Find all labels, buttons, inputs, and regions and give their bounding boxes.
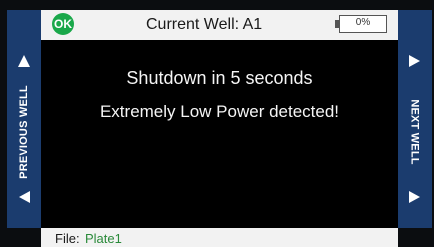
device-screen: PREVIOUS WELL NEXT WELL OK Current Well:… [0, 0, 434, 247]
battery-icon: 0% [339, 15, 387, 33]
file-footer: File: Plate1 [41, 228, 398, 247]
low-power-message: Extremely Low Power detected! [99, 102, 340, 121]
previous-well-panel[interactable]: PREVIOUS WELL [7, 10, 41, 228]
previous-up-arrow-icon[interactable] [7, 54, 41, 68]
next-right-arrow-top-icon[interactable] [398, 54, 432, 68]
status-ok-badge: OK [52, 13, 74, 35]
previous-left-arrow-icon[interactable] [7, 190, 41, 204]
next-well-label-wrap: NEXT WELL [398, 82, 432, 182]
file-label: File: [55, 231, 80, 246]
next-well-panel[interactable]: NEXT WELL [398, 10, 432, 228]
status-bar: OK Current Well: A1 0% [41, 10, 398, 40]
current-well-title: Current Well: A1 [146, 16, 263, 33]
previous-well-label-wrap: PREVIOUS WELL [7, 82, 41, 182]
message-area: Shutdown in 5 seconds Extremely Low Powe… [41, 40, 398, 228]
file-name: Plate1 [85, 231, 122, 246]
battery-level: 0% [355, 17, 371, 28]
next-well-label: NEXT WELL [409, 99, 422, 165]
shutdown-message: Shutdown in 5 seconds [126, 68, 313, 88]
previous-well-label: PREVIOUS WELL [18, 85, 31, 179]
next-right-arrow-bottom-icon[interactable] [398, 190, 432, 204]
